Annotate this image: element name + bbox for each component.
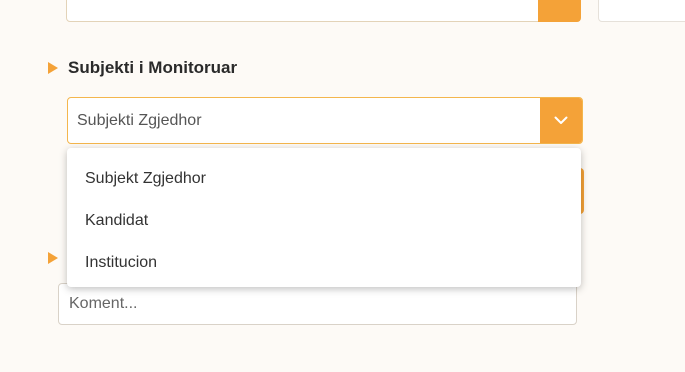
subject-dropdown-menu: Subjekt Zgjedhor Kandidat Institucion [67, 148, 581, 287]
section-heading-monitored: Subjekti i Monitoruar [48, 58, 237, 78]
subject-select-value: Subjekti Zgjedhor [77, 111, 202, 129]
dropdown-option-institucion[interactable]: Institucion [67, 242, 581, 284]
comment-input[interactable] [58, 283, 577, 325]
section-heading-comment [48, 252, 68, 264]
triangle-right-icon [48, 252, 58, 264]
triangle-right-icon [48, 62, 58, 74]
chevron-down-icon [554, 116, 568, 124]
dropdown-option-kandidat[interactable]: Kandidat [67, 200, 581, 242]
top-secondary-field[interactable] [598, 0, 685, 22]
top-dropdown-button[interactable] [538, 0, 581, 22]
dropdown-option-subjekt-zgjedhor[interactable]: Subjekt Zgjedhor [67, 158, 581, 200]
top-input-field[interactable] [66, 0, 580, 22]
section-heading-label: Subjekti i Monitoruar [68, 58, 238, 77]
subject-select-toggle[interactable] [540, 98, 582, 143]
subject-select[interactable]: Subjekti Zgjedhor [67, 97, 583, 144]
